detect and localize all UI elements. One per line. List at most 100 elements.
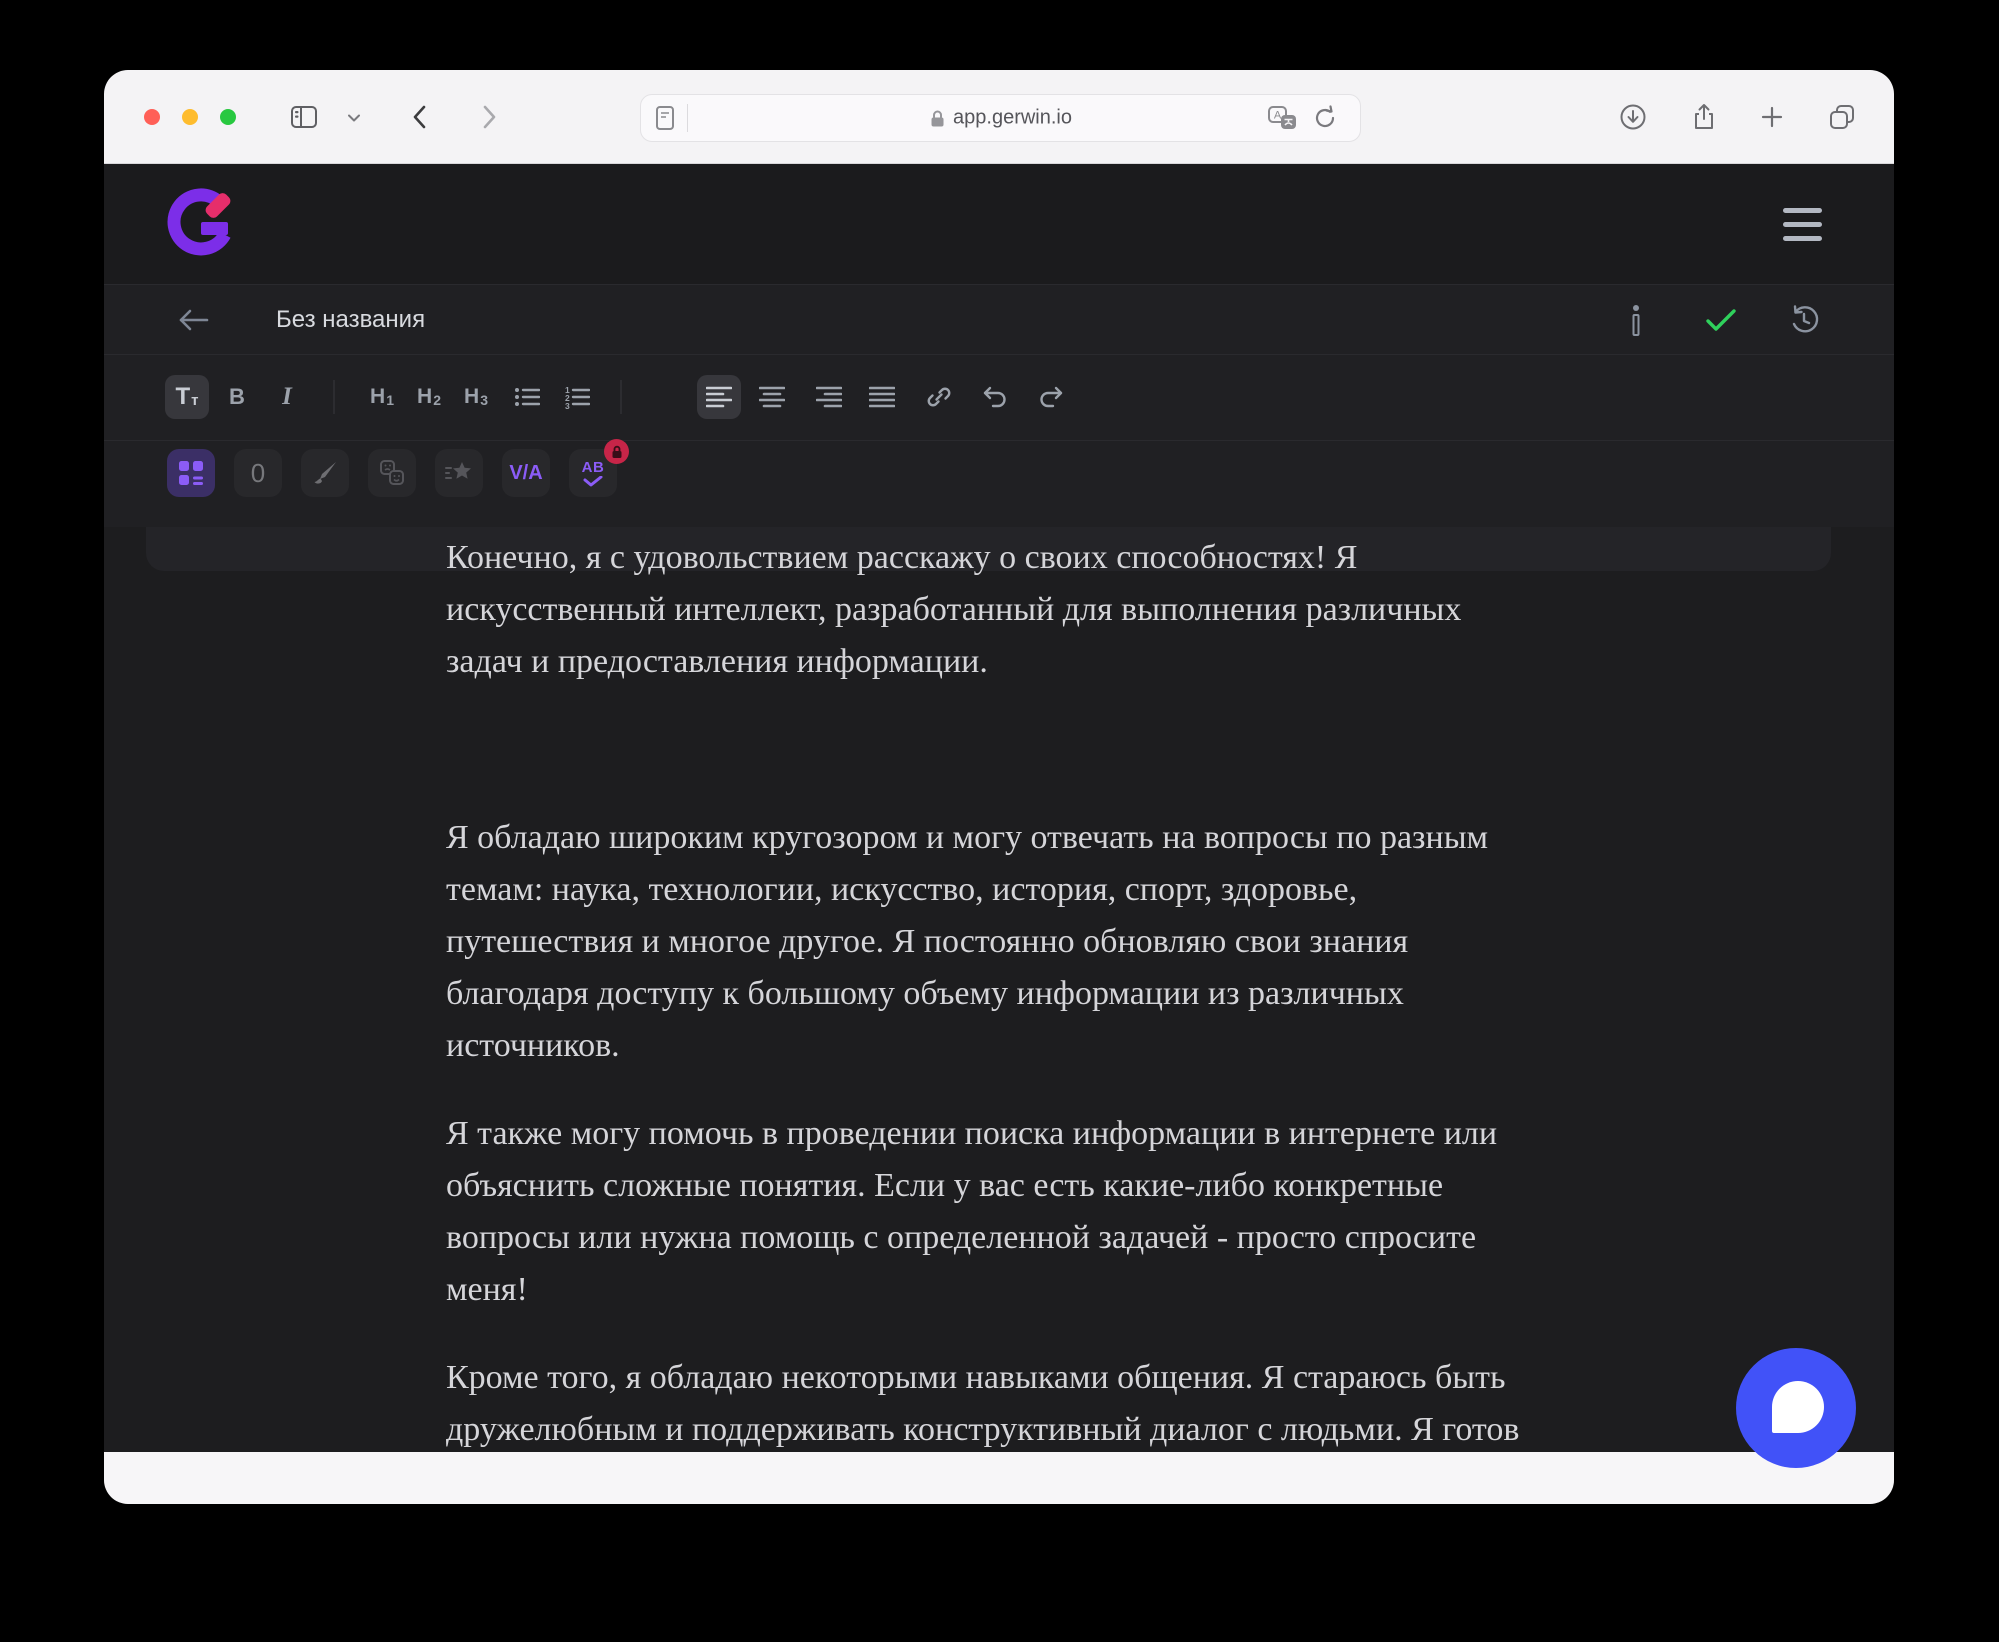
- redo-icon: [1038, 384, 1066, 410]
- sidebar-toggle-button[interactable]: [290, 103, 318, 131]
- new-tab-button[interactable]: [1758, 103, 1786, 131]
- paragraph[interactable]: Конечно, я с удовольствием расскажу о св…: [446, 532, 1686, 688]
- bold-button[interactable]: B: [229, 384, 245, 410]
- browser-window: app.gerwin.io A: [104, 70, 1894, 1504]
- sidebar-icon: [290, 103, 318, 131]
- paragraph[interactable]: Кроме того, я обладаю некоторыми навыкам…: [446, 1352, 1686, 1456]
- locked-feature-badge: [604, 439, 629, 464]
- editor-content[interactable]: Конечно, я с удовольствием расскажу о св…: [446, 532, 1686, 1492]
- lock-icon: [929, 108, 945, 128]
- arrow-left-icon: [177, 308, 211, 332]
- close-window-button[interactable]: [144, 109, 160, 125]
- check-icon: [583, 476, 603, 487]
- format-toolbar: T т B I H 1 H 2 H 3 1: [104, 355, 1894, 441]
- info-button[interactable]: [1630, 304, 1642, 336]
- share-icon: [1690, 103, 1718, 131]
- divider: [621, 380, 622, 414]
- hamburger-icon: [1783, 236, 1822, 241]
- undo-icon: [980, 384, 1008, 410]
- chevron-left-icon: [407, 103, 435, 131]
- chat-bubble-icon: [1772, 1381, 1824, 1433]
- reload-icon: [1312, 105, 1338, 131]
- divider: [334, 380, 335, 414]
- paragraph[interactable]: Я также могу помочь в проведении поиска …: [446, 1108, 1686, 1316]
- justify-icon: [869, 385, 895, 409]
- reload-button[interactable]: [1312, 105, 1338, 131]
- link-icon: [926, 384, 952, 410]
- back-to-documents-button[interactable]: [177, 308, 211, 332]
- redo-button[interactable]: [1038, 384, 1066, 410]
- svg-text:A: A: [1274, 110, 1282, 122]
- tone-masks-button[interactable]: [368, 449, 416, 497]
- menu-button[interactable]: [1783, 208, 1822, 250]
- forward-button[interactable]: [474, 103, 502, 131]
- save-confirm-button[interactable]: [1704, 307, 1738, 333]
- bottom-strip: [104, 1452, 1894, 1504]
- editor-scroll-area[interactable]: Конечно, я с удовольствием расскажу о св…: [104, 527, 1894, 1504]
- undo-button[interactable]: [980, 384, 1008, 410]
- minimize-window-button[interactable]: [182, 109, 198, 125]
- ordered-list-button[interactable]: 1 2 3: [564, 385, 590, 409]
- svg-text:3: 3: [565, 401, 570, 409]
- reader-view-button[interactable]: [656, 106, 674, 130]
- tab-overview-button[interactable]: [1828, 103, 1856, 131]
- share-button[interactable]: [1690, 103, 1718, 131]
- paragraph[interactable]: [446, 724, 1686, 776]
- heading3-button[interactable]: H 3: [464, 385, 488, 409]
- star-sparkle-icon: [445, 460, 473, 486]
- align-left-button[interactable]: [706, 385, 732, 409]
- gerwin-logo[interactable]: [167, 188, 235, 256]
- history-icon: [1788, 304, 1820, 336]
- document-title[interactable]: Без названия: [276, 306, 425, 334]
- app-header: [104, 164, 1894, 284]
- paragraph[interactable]: Я обладаю широким кругозором и могу отве…: [446, 812, 1686, 1072]
- heading2-button[interactable]: H 2: [417, 385, 441, 409]
- blocks-button[interactable]: [167, 449, 215, 497]
- chevron-down-icon: [348, 114, 360, 122]
- style-brush-button[interactable]: [301, 449, 349, 497]
- theater-masks-icon: [378, 460, 406, 486]
- support-chat-button[interactable]: [1736, 1348, 1856, 1468]
- align-center-button[interactable]: [759, 385, 785, 409]
- info-icon: [1630, 304, 1642, 336]
- zero-counter-button[interactable]: 0: [234, 449, 282, 497]
- text-style-button[interactable]: T т: [175, 383, 198, 411]
- translate-button[interactable]: A: [1268, 106, 1298, 130]
- download-icon: [1619, 103, 1647, 131]
- chevron-right-icon: [474, 103, 502, 131]
- align-right-button[interactable]: [816, 385, 842, 409]
- paintbrush-icon: [312, 460, 338, 486]
- downloads-button[interactable]: [1619, 103, 1647, 131]
- browser-chrome: app.gerwin.io A: [104, 70, 1894, 164]
- url-text: app.gerwin.io: [953, 107, 1072, 130]
- tools-toolbar: 0 V/A: [104, 441, 1894, 527]
- zoom-window-button[interactable]: [220, 109, 236, 125]
- address-bar[interactable]: app.gerwin.io A: [640, 94, 1361, 142]
- back-button[interactable]: [407, 103, 435, 131]
- translate-icon: A: [1268, 106, 1298, 130]
- blocks-icon: [178, 460, 204, 486]
- italic-button[interactable]: I: [282, 383, 292, 411]
- check-icon: [1704, 307, 1738, 333]
- gerwin-logo-icon: [167, 188, 235, 256]
- align-center-icon: [759, 385, 785, 409]
- heading1-button[interactable]: H 1: [370, 385, 394, 409]
- ab-versions-button[interactable]: V/A: [502, 449, 550, 497]
- magic-star-button[interactable]: [435, 449, 483, 497]
- bullet-list-icon: [514, 385, 540, 409]
- hamburger-icon: [1783, 222, 1822, 227]
- reader-icon: [656, 106, 674, 130]
- lock-icon: [611, 445, 623, 459]
- ordered-list-icon: 1 2 3: [564, 385, 590, 409]
- bullet-list-button[interactable]: [514, 385, 540, 409]
- history-button[interactable]: [1788, 304, 1820, 336]
- sidebar-menu-chevron[interactable]: [348, 114, 360, 122]
- spellcheck-button[interactable]: AB: [569, 449, 617, 497]
- hamburger-icon: [1783, 208, 1822, 213]
- align-right-icon: [816, 385, 842, 409]
- plus-icon: [1758, 103, 1786, 131]
- justify-button[interactable]: [869, 385, 895, 409]
- link-button[interactable]: [926, 384, 952, 410]
- divider: [687, 104, 688, 132]
- tabs-icon: [1828, 103, 1856, 131]
